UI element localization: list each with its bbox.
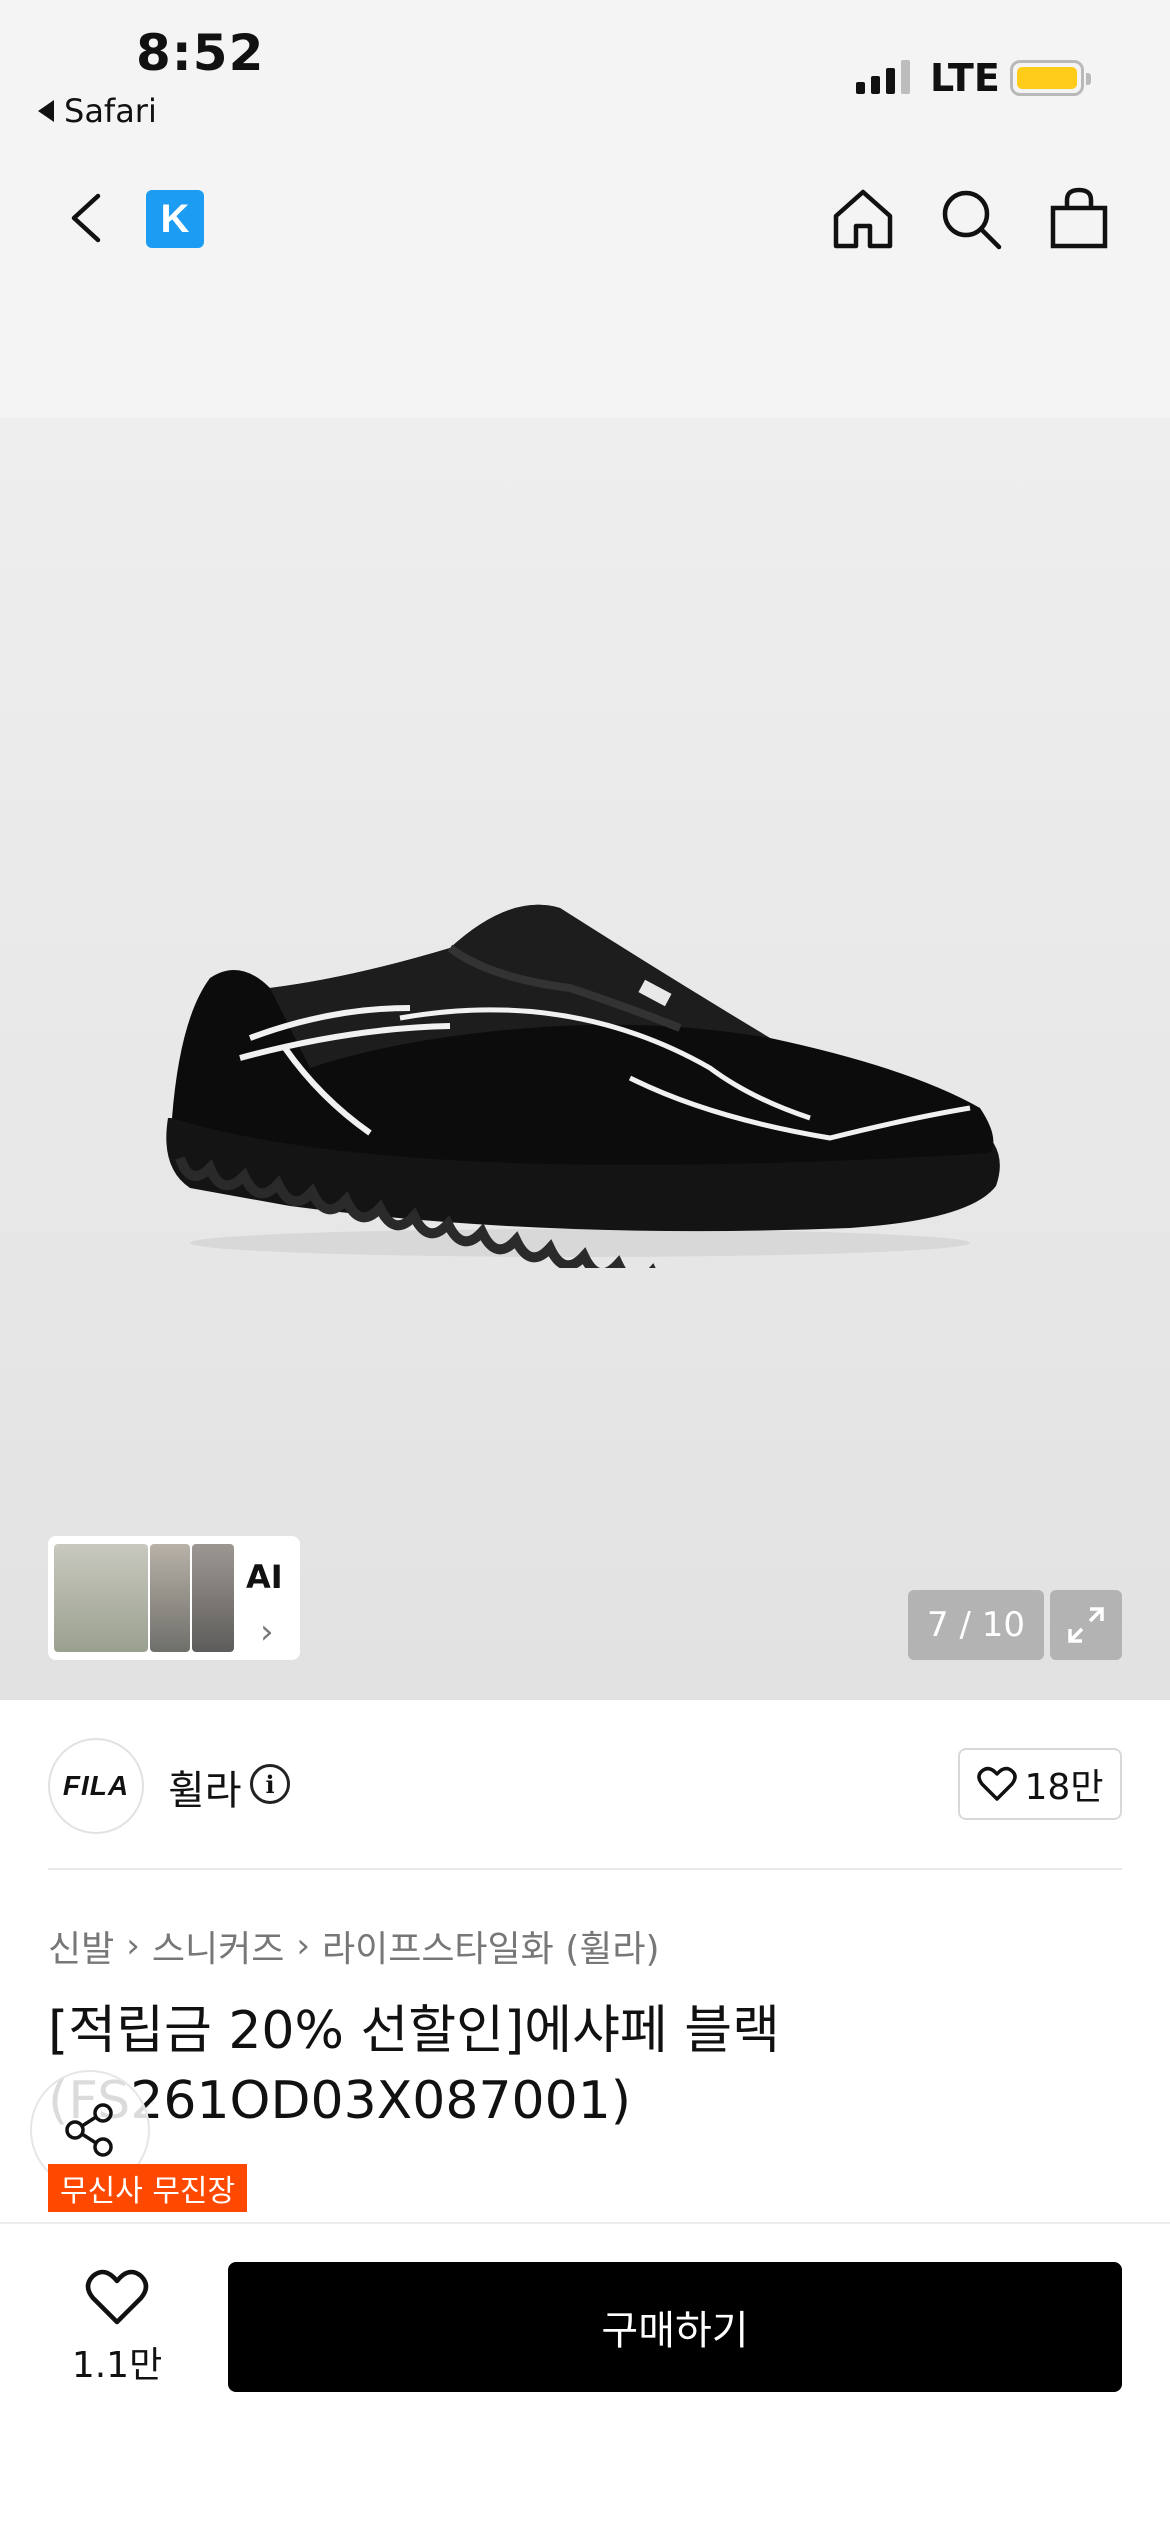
expand-icon[interactable]: [1050, 1590, 1122, 1660]
chevron-right-icon: ›: [126, 1926, 140, 1966]
cellular-signal-icon: [856, 58, 910, 94]
battery-icon: [1010, 60, 1091, 96]
brand-logo[interactable]: FILA: [48, 1738, 144, 1834]
product-title: [적립금 20% 선할인]에샤페 블랙(FS261OD03X087001): [48, 2001, 780, 2131]
home-icon[interactable]: [828, 184, 898, 254]
shopping-bag-icon[interactable]: [1044, 184, 1114, 254]
chevron-right-icon: ›: [296, 1926, 310, 1966]
brand-like-button[interactable]: 18만: [958, 1748, 1122, 1820]
divider: [48, 1868, 1122, 1870]
image-counter: 7 / 10: [908, 1590, 1044, 1660]
back-icon[interactable]: [60, 188, 120, 248]
network-type: LTE: [930, 56, 1000, 100]
info-icon[interactable]: i: [250, 1764, 290, 1804]
product-image-gallery[interactable]: AI › 7 / 10: [0, 418, 1170, 1700]
status-bar: 8:52 Safari LTE: [0, 0, 1170, 160]
breadcrumb-item[interactable]: 신발: [48, 1920, 114, 1972]
promo-tag: 무신사 무진장: [48, 2164, 248, 2212]
ai-label: AI: [246, 1558, 283, 1596]
app-logo[interactable]: K: [146, 190, 204, 248]
wishlist-count: 1.1만: [71, 2345, 163, 2386]
bottom-action-bar: 1.1만 구매하기: [0, 2222, 1170, 2532]
brand-row: FILA 휠라 i 18만: [0, 1700, 1170, 1870]
ai-styling-card[interactable]: AI ›: [48, 1536, 300, 1660]
search-icon[interactable]: [936, 184, 1006, 254]
ai-thumbnail-1: [54, 1544, 148, 1652]
back-app-label: Safari: [64, 92, 157, 130]
top-nav-bar: K: [0, 160, 1170, 418]
wishlist-button[interactable]: 1.1만: [62, 2268, 172, 2388]
brand-name[interactable]: 휠라: [168, 1758, 242, 1816]
breadcrumb: 신발 › 스니커즈 › 라이프스타일화 (휠라): [48, 1920, 660, 1972]
ai-thumbnail-3: [192, 1544, 234, 1652]
heart-icon: [976, 1766, 1017, 1801]
share-icon: [65, 2103, 113, 2157]
brand-like-count: 18만: [1024, 1767, 1104, 1808]
ai-thumbnail-2: [150, 1544, 190, 1652]
breadcrumb-item[interactable]: 스니커즈: [152, 1920, 284, 1972]
status-time: 8:52: [136, 24, 265, 82]
back-to-app-link[interactable]: Safari: [38, 92, 157, 130]
chevron-right-icon: ›: [260, 1612, 274, 1652]
breadcrumb-item[interactable]: 라이프스타일화 (휠라): [322, 1920, 660, 1972]
buy-button[interactable]: 구매하기: [228, 2262, 1122, 2392]
back-triangle-icon: [38, 100, 54, 122]
product-shoe-image: [166, 904, 1000, 1268]
heart-icon: [85, 2269, 149, 2325]
